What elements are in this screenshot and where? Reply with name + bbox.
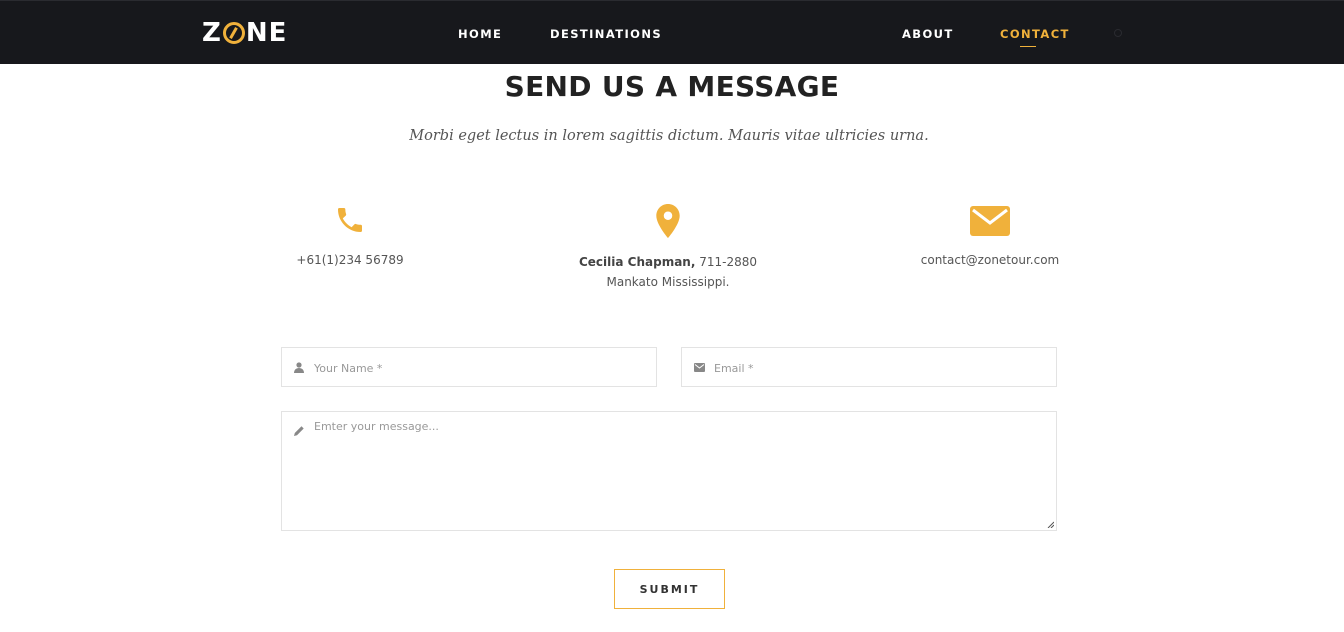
email-field[interactable] — [681, 347, 1057, 387]
email-input[interactable] — [714, 360, 1034, 376]
nav-about[interactable]: ABOUT — [902, 27, 954, 41]
contact-address: Cecilia Chapman, 711-2880 Mankato Missis… — [568, 204, 768, 292]
pencil-icon — [294, 426, 304, 436]
page-subtitle: Morbi eget lectus in lorem sagittis dict… — [409, 128, 929, 144]
search-icon[interactable] — [1114, 29, 1122, 37]
top-navbar: Z NE HOME DESTINATIONS ABOUT CONTACT — [0, 0, 1344, 64]
envelope-small-icon — [694, 363, 705, 372]
nav-destinations[interactable]: DESTINATIONS — [550, 27, 662, 41]
page-title: SEND US A MESSAGE — [504, 70, 840, 103]
logo-text-ne: NE — [245, 18, 288, 48]
phone-number: +61(1)234 56789 — [296, 253, 404, 267]
nav-contact[interactable]: CONTACT — [1000, 27, 1070, 47]
contact-phone: +61(1)234 56789 — [270, 204, 430, 270]
logo-text-z: Z — [202, 18, 222, 48]
message-field[interactable] — [281, 411, 1057, 531]
address-number: 711-2880 — [695, 255, 757, 269]
phone-icon — [338, 208, 362, 232]
compass-icon — [222, 22, 245, 44]
email-address: contact@zonetour.com — [920, 253, 1060, 267]
map-pin-icon — [656, 204, 680, 238]
nav-home[interactable]: HOME — [458, 27, 502, 41]
contact-email: contact@zonetour.com — [910, 206, 1070, 270]
name-field[interactable] — [281, 347, 657, 387]
resize-handle-icon[interactable] — [1047, 521, 1054, 528]
message-input[interactable] — [314, 420, 1044, 524]
envelope-icon — [970, 206, 1010, 236]
submit-button[interactable]: SUBMIT — [614, 569, 725, 609]
address-line-2: Mankato Mississippi. — [606, 275, 730, 289]
address-line-1: Cecilia Chapman, 711-2880 — [568, 252, 768, 272]
user-icon — [294, 362, 304, 373]
brand-logo[interactable]: Z NE — [202, 18, 288, 48]
address-name: Cecilia Chapman, — [578, 255, 696, 269]
name-input[interactable] — [314, 360, 634, 376]
